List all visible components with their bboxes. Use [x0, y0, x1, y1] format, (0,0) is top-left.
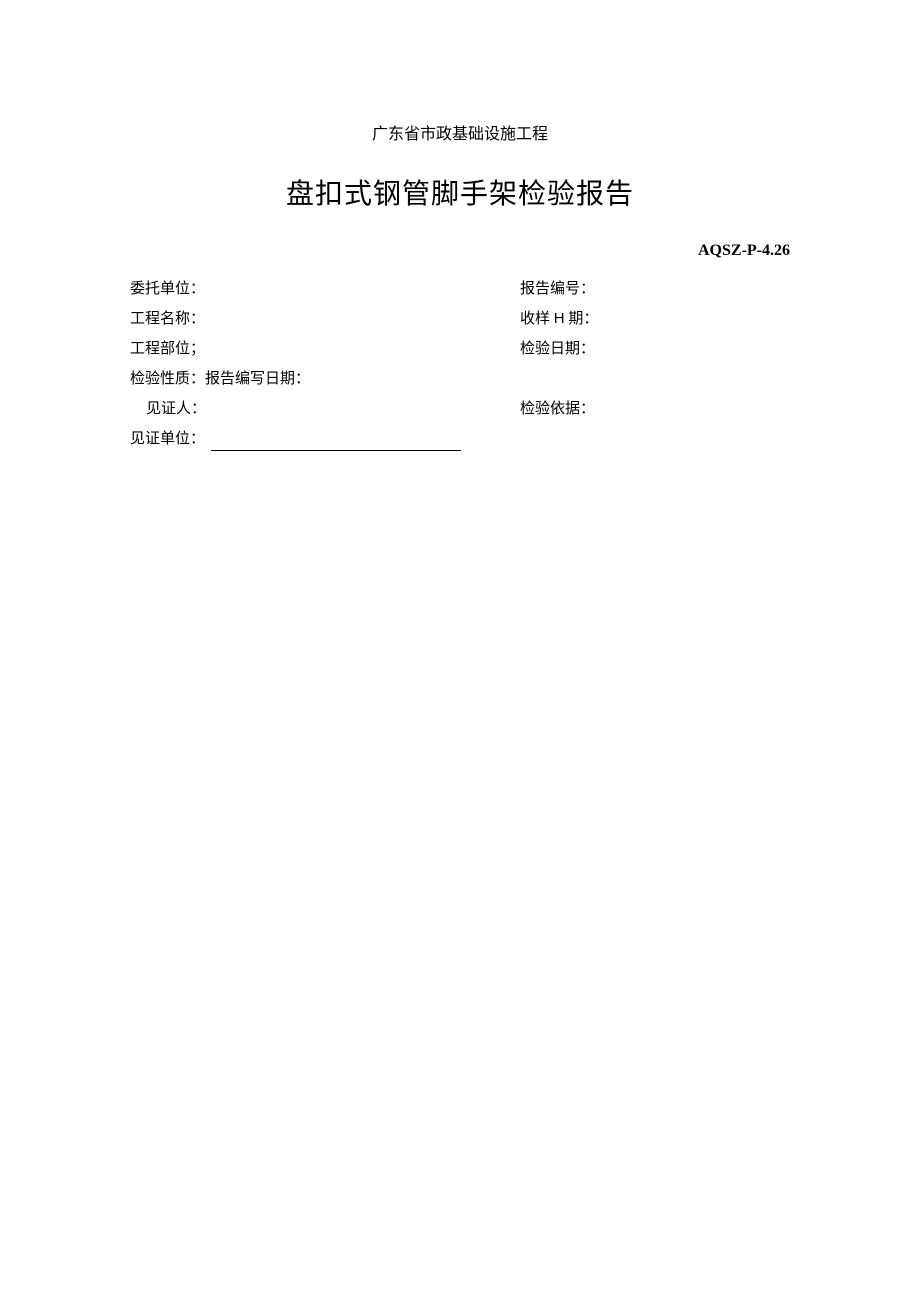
sample-date-prefix: 收样 [520, 311, 554, 327]
document-page: 广东省市政基础设施工程 盘扣式钢管脚手架检验报告 AQSZ-P-4.26 委托单… [0, 0, 920, 454]
sample-date-h-char: H [554, 310, 565, 327]
inspection-nature-label: 检验性质：报告编写日期： [130, 364, 520, 394]
field-row-5: 见证人： 检验依据： [130, 394, 790, 424]
witness-unit-field: 见证单位： [130, 424, 520, 454]
inspection-date-label: 检验日期： [520, 334, 790, 364]
document-code: AQSZ-P-4.26 [130, 242, 790, 260]
field-row-2: 工程名称： 收样 H 期： [130, 304, 790, 334]
field-row-3: 工程部位； 检验日期： [130, 334, 790, 364]
project-part-label: 工程部位； [130, 334, 520, 364]
field-row-1: 委托单位： 报告编号： [130, 274, 790, 304]
witness-person-label: 见证人： [130, 394, 520, 424]
inspection-basis-label: 检验依据： [520, 394, 790, 424]
sample-date-suffix: 期： [565, 311, 599, 327]
report-no-label: 报告编号： [520, 274, 790, 304]
header-subtitle: 广东省市政基础设施工程 [130, 120, 790, 144]
witness-unit-blank [211, 450, 461, 451]
client-unit-label: 委托单位： [130, 274, 520, 304]
empty-right-4 [520, 364, 790, 394]
witness-unit-label: 见证单位： [130, 431, 205, 447]
field-row-4: 检验性质：报告编写日期： [130, 364, 790, 394]
project-name-label: 工程名称： [130, 304, 520, 334]
sample-date-label: 收样 H 期： [520, 304, 790, 334]
header-title: 盘扣式钢管脚手架检验报告 [130, 172, 790, 212]
field-row-6: 见证单位： [130, 424, 790, 454]
empty-right-6 [520, 424, 790, 454]
